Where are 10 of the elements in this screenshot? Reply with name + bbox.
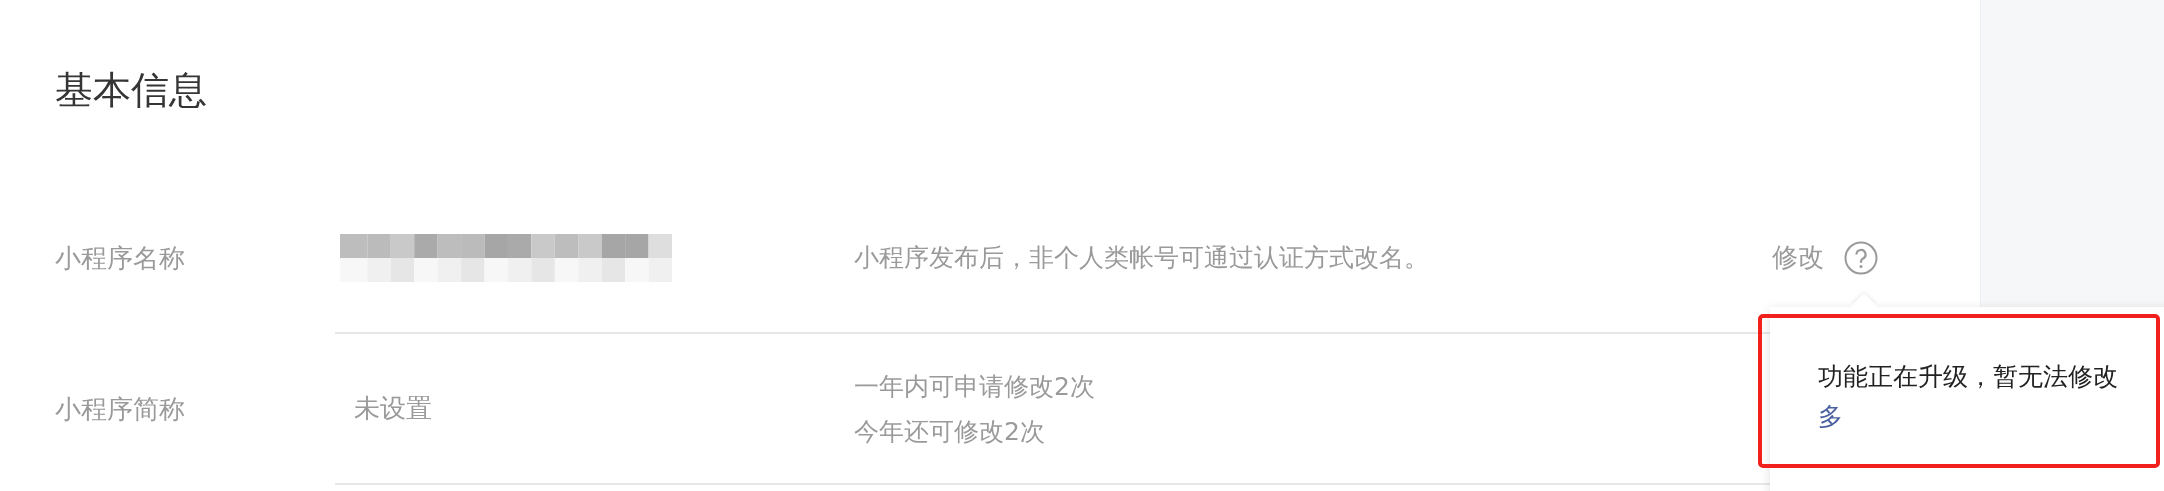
field-label: 小程序名称 (55, 242, 186, 275)
field-description: 一年内可申请修改2次 (854, 370, 1096, 403)
field-value: 未设置 (353, 392, 432, 425)
tooltip-message: 功能正在升级，暂无法修改 (1818, 361, 2119, 393)
tooltip-link[interactable]: 多 (1818, 402, 1843, 431)
help-icon[interactable] (1844, 240, 1878, 275)
field-description: 小程序发布后，非个人类帐号可通过认证方式改名。 (854, 242, 1430, 274)
section-title: 基本信息 (55, 67, 208, 114)
field-label: 小程序简称 (55, 393, 186, 426)
field-description: 今年还可修改2次 (854, 415, 1046, 448)
